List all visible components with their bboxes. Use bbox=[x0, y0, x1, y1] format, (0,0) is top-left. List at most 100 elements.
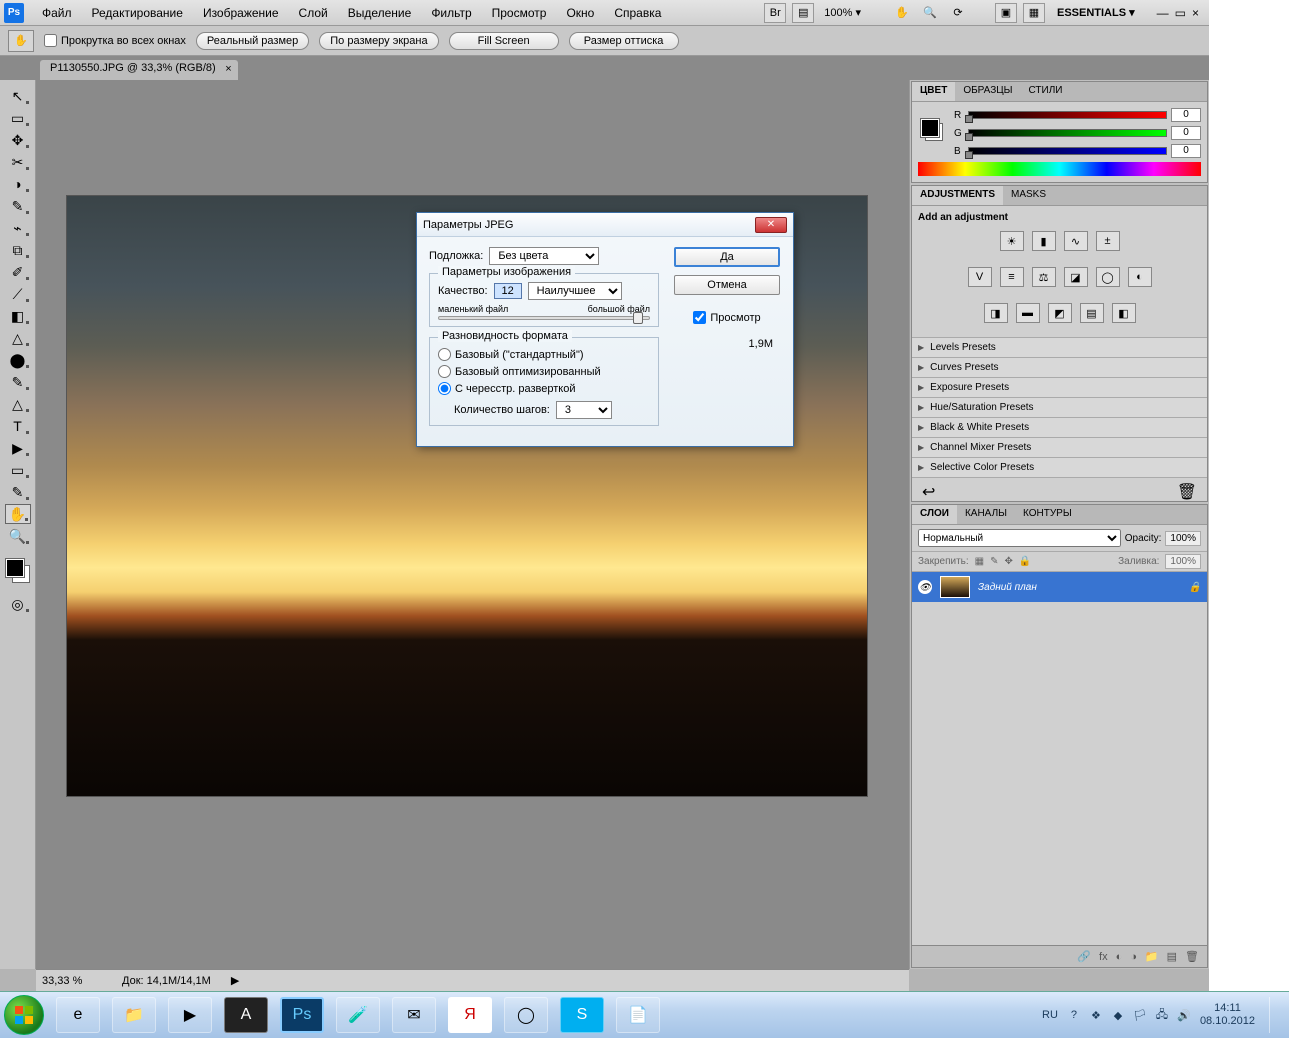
taskbar-notepad-icon[interactable]: 📄 bbox=[616, 997, 660, 1033]
scroll-all-windows-checkbox[interactable]: Прокрутка во всех окнах bbox=[44, 34, 186, 47]
brush-tool[interactable]: ⧉ bbox=[5, 240, 31, 260]
ok-button[interactable]: Да bbox=[674, 247, 780, 267]
tab-styles[interactable]: СТИЛИ bbox=[1021, 82, 1071, 101]
lock-position-icon[interactable]: ✥ bbox=[1005, 556, 1013, 567]
lock-pixels-icon[interactable]: ✎ bbox=[990, 556, 998, 567]
layer-row-background[interactable]: 👁 Задний план 🔒 bbox=[912, 572, 1207, 602]
tab-channels[interactable]: КАНАЛЫ bbox=[957, 505, 1015, 524]
preset-bw[interactable]: ▶Black & White Presets bbox=[912, 417, 1207, 437]
tray-app2-icon[interactable]: ◆ bbox=[1110, 1007, 1126, 1023]
adj-levels-icon[interactable]: ▮ bbox=[1032, 231, 1056, 251]
g-slider[interactable] bbox=[968, 129, 1167, 137]
crop-tool[interactable]: ◑ bbox=[5, 174, 31, 194]
type-tool[interactable]: T bbox=[5, 416, 31, 436]
zoom-icon[interactable]: 🔍 bbox=[919, 3, 941, 23]
matte-select[interactable]: Без цвета bbox=[489, 247, 599, 265]
r-slider[interactable] bbox=[968, 111, 1167, 119]
rotate-icon[interactable]: ⟳ bbox=[947, 3, 969, 23]
quality-slider-thumb[interactable] bbox=[633, 312, 643, 324]
healing-tool[interactable]: ⌁ bbox=[5, 218, 31, 238]
actual-pixels-button[interactable]: Реальный размер bbox=[196, 32, 309, 50]
show-desktop-button[interactable] bbox=[1269, 997, 1279, 1033]
taskbar-skype-icon[interactable]: S bbox=[560, 997, 604, 1033]
window-minimize-icon[interactable]: — bbox=[1157, 6, 1169, 20]
new-group-icon[interactable]: 📁 bbox=[1145, 950, 1159, 963]
current-tool-icon[interactable]: ✋ bbox=[8, 30, 34, 52]
gradient-tool[interactable]: △ bbox=[5, 328, 31, 348]
quality-input[interactable] bbox=[494, 283, 522, 299]
menu-help[interactable]: Справка bbox=[604, 2, 671, 24]
document-tab-close-icon[interactable]: × bbox=[225, 63, 231, 75]
tray-help-icon[interactable]: ? bbox=[1066, 1007, 1082, 1023]
eyedropper-tool[interactable]: ✎ bbox=[5, 196, 31, 216]
shape-tool[interactable]: ▭ bbox=[5, 460, 31, 480]
menu-image[interactable]: Изображение bbox=[193, 2, 289, 24]
taskbar-ie-icon[interactable]: e bbox=[56, 997, 100, 1033]
tray-clock[interactable]: 14:11 08.10.2012 bbox=[1200, 1002, 1255, 1028]
adj-hue-icon[interactable]: ≡ bbox=[1000, 267, 1024, 287]
quality-preset-select[interactable]: Наилучшее bbox=[528, 282, 622, 300]
dialog-titlebar[interactable]: Параметры JPEG ✕ bbox=[417, 213, 793, 237]
blur-tool[interactable]: ⬤ bbox=[5, 350, 31, 370]
hand-icon[interactable]: ✋ bbox=[891, 3, 913, 23]
zoom-tool[interactable]: 🔍 bbox=[5, 526, 31, 546]
arrange-icon[interactable]: ▦ bbox=[1023, 3, 1045, 23]
adj-posterize-icon[interactable]: ▬ bbox=[1016, 303, 1040, 323]
layer-thumbnail[interactable] bbox=[940, 576, 970, 598]
taskbar-explorer-icon[interactable]: 📁 bbox=[112, 997, 156, 1033]
menu-file[interactable]: Файл bbox=[32, 2, 82, 24]
adj-exposure-icon[interactable]: ± bbox=[1096, 231, 1120, 251]
new-fill-adj-icon[interactable]: ◑ bbox=[1130, 951, 1137, 963]
layer-visibility-icon[interactable]: 👁 bbox=[918, 580, 932, 594]
tab-paths[interactable]: КОНТУРЫ bbox=[1015, 505, 1080, 524]
tray-lang[interactable]: RU bbox=[1042, 1009, 1058, 1021]
layer-fx-icon[interactable]: fx bbox=[1099, 951, 1108, 963]
menu-select[interactable]: Выделение bbox=[338, 2, 422, 24]
print-size-button[interactable]: Размер оттиска bbox=[569, 32, 679, 50]
tab-color[interactable]: ЦВЕТ bbox=[912, 82, 955, 101]
notes-tool[interactable]: ✎ bbox=[5, 482, 31, 502]
opacity-value[interactable]: 100% bbox=[1165, 531, 1201, 546]
panel-fg-swatch[interactable] bbox=[921, 119, 939, 137]
g-value[interactable]: 0 bbox=[1171, 126, 1201, 140]
taskbar-app-a-icon[interactable]: A bbox=[224, 997, 268, 1033]
marquee-tool[interactable]: ▭ bbox=[5, 108, 31, 128]
layer-mask-icon[interactable]: ◐ bbox=[1116, 951, 1123, 963]
taskbar-chrome-icon[interactable]: ◯ bbox=[504, 997, 548, 1033]
history-brush-tool[interactable]: ⟋ bbox=[5, 284, 31, 304]
tray-network-icon[interactable]: 🖧 bbox=[1154, 1007, 1170, 1023]
quick-select-tool[interactable]: ✂ bbox=[5, 152, 31, 172]
tray-app1-icon[interactable]: ❖ bbox=[1088, 1007, 1104, 1023]
adj-photo-filter-icon[interactable]: ◯ bbox=[1096, 267, 1120, 287]
pen-tool[interactable]: △ bbox=[5, 394, 31, 414]
adj-bw-icon[interactable]: ◪ bbox=[1064, 267, 1088, 287]
fill-screen-button[interactable]: Fill Screen bbox=[449, 32, 559, 50]
zoom-dropdown[interactable]: 100% ▾ bbox=[820, 6, 865, 19]
fill-value[interactable]: 100% bbox=[1165, 554, 1201, 569]
window-close-icon[interactable]: × bbox=[1192, 6, 1199, 20]
adj-channel-mixer-icon[interactable]: ◐ bbox=[1128, 267, 1152, 287]
tray-volume-icon[interactable]: 🔊 bbox=[1176, 1007, 1192, 1023]
start-button[interactable] bbox=[4, 995, 44, 1035]
foreground-swatch[interactable] bbox=[6, 559, 24, 577]
b-value[interactable]: 0 bbox=[1171, 144, 1201, 158]
new-layer-icon[interactable]: ▤ bbox=[1167, 950, 1177, 963]
adj-selective-color-icon[interactable]: ◧ bbox=[1112, 303, 1136, 323]
scans-select[interactable]: 3 bbox=[556, 401, 612, 419]
preset-channel-mixer[interactable]: ▶Channel Mixer Presets bbox=[912, 437, 1207, 457]
menu-window[interactable]: Окно bbox=[556, 2, 604, 24]
dodge-tool[interactable]: ✎ bbox=[5, 372, 31, 392]
lasso-tool[interactable]: ✥ bbox=[5, 130, 31, 150]
adj-invert-icon[interactable]: ◨ bbox=[984, 303, 1008, 323]
quality-slider[interactable] bbox=[438, 316, 650, 320]
stamp-tool[interactable]: ✐ bbox=[5, 262, 31, 282]
taskbar-yandex-icon[interactable]: Я bbox=[448, 997, 492, 1033]
adj-gradient-map-icon[interactable]: ▤ bbox=[1080, 303, 1104, 323]
preset-levels[interactable]: ▶Levels Presets bbox=[912, 337, 1207, 357]
path-select-tool[interactable]: ▶ bbox=[5, 438, 31, 458]
adj-balance-icon[interactable]: ⚖ bbox=[1032, 267, 1056, 287]
preset-selective-color[interactable]: ▶Selective Color Presets bbox=[912, 457, 1207, 477]
adj-brightness-icon[interactable]: ☀ bbox=[1000, 231, 1024, 251]
delete-layer-icon[interactable]: 🗑 bbox=[1185, 950, 1199, 963]
r-value[interactable]: 0 bbox=[1171, 108, 1201, 122]
